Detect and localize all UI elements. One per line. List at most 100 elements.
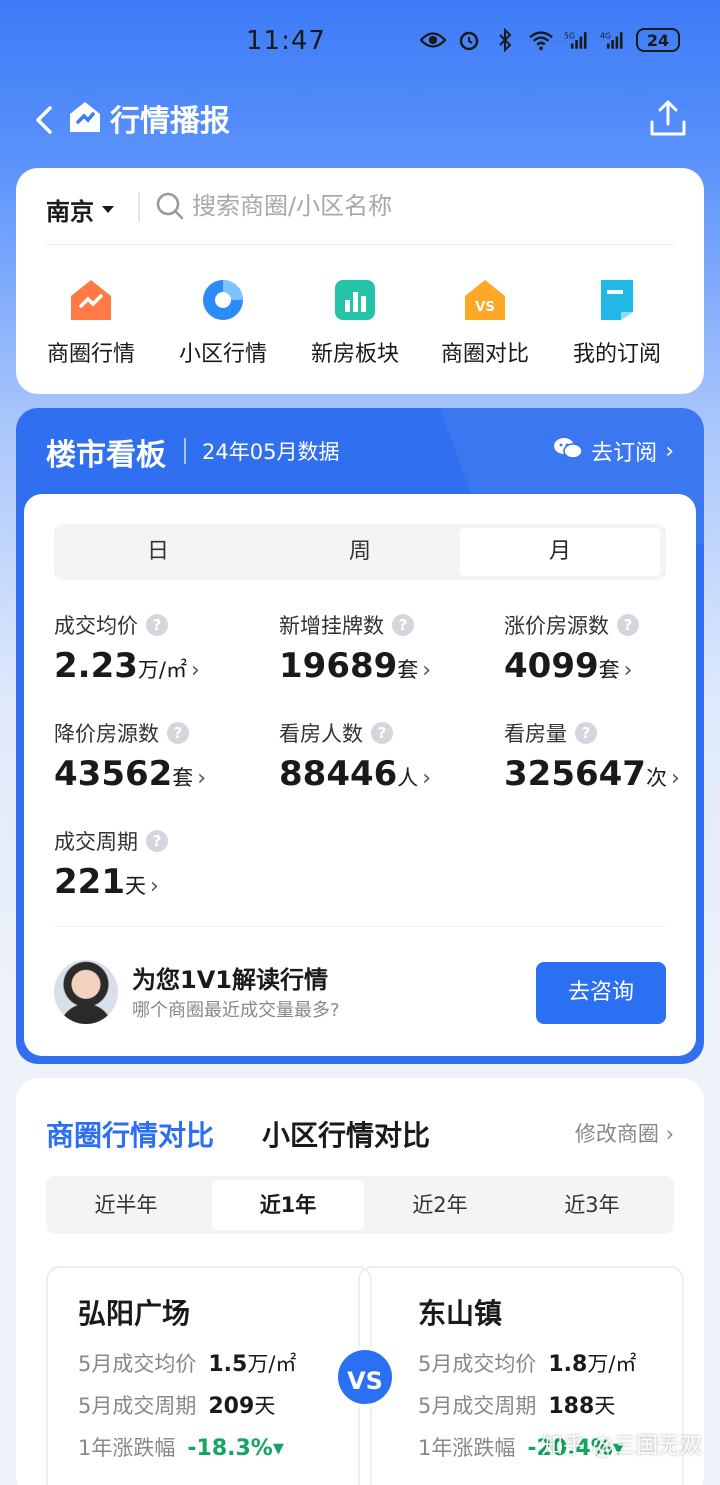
- battery-icon: 24: [636, 28, 680, 52]
- metric-unit: 套: [397, 658, 419, 682]
- help-icon[interactable]: ?: [146, 614, 168, 636]
- help-icon[interactable]: ?: [146, 830, 168, 852]
- period-day[interactable]: 日: [58, 528, 258, 576]
- range-2-year[interactable]: 近2年: [364, 1180, 516, 1230]
- divider: [46, 244, 674, 245]
- range-selector: 近半年 近1年 近2年 近3年: [46, 1176, 674, 1234]
- tab-community-compare[interactable]: 小区行情对比: [262, 1114, 430, 1154]
- help-icon[interactable]: ?: [575, 722, 597, 744]
- row-value: 188: [548, 1394, 595, 1419]
- wechat-icon: [553, 436, 583, 466]
- price-row: 5月成交均价 1.8万/㎡: [418, 1348, 636, 1378]
- svg-text:VS: VS: [475, 300, 494, 315]
- area-name: 东山镇: [418, 1297, 503, 1330]
- compare-card-left[interactable]: 弘阳广场 5月成交均价 1.5万/㎡ 5月成交周期 209天 1年涨跌幅 -18.3%…: [46, 1266, 372, 1485]
- cycle-row: 5月成交周期 209天: [78, 1390, 275, 1420]
- row-unit: 万/㎡: [587, 1352, 637, 1376]
- help-icon[interactable]: ?: [392, 614, 414, 636]
- city-name: 南京: [46, 198, 94, 226]
- alarm-icon: [456, 28, 482, 52]
- metric-price-up[interactable]: 涨价房源数? 4099套 ›: [504, 610, 704, 686]
- divider: [138, 192, 140, 222]
- metric-unit: 天: [124, 874, 146, 898]
- quick-action-label: 我的订阅: [572, 342, 661, 367]
- metric-value: 88446: [279, 754, 398, 794]
- page-title: 行情播报: [110, 104, 230, 139]
- quick-action-area-trend[interactable]: 商圈行情: [26, 276, 156, 368]
- metric-value: 19689: [279, 646, 398, 686]
- range-3-year[interactable]: 近3年: [516, 1180, 668, 1230]
- svg-text:4G: 4G: [600, 31, 611, 40]
- consult-title: 为您1V1解读行情: [132, 966, 328, 994]
- app-logo-icon: [66, 98, 104, 136]
- chevron-right-icon: ›: [422, 658, 432, 683]
- search-input[interactable]: [192, 188, 672, 224]
- row-label: 5月成交均价: [78, 1352, 197, 1376]
- metric-unit: 套: [598, 658, 620, 682]
- edit-area-label: 修改商圈: [574, 1122, 659, 1146]
- chevron-right-icon: ›: [197, 766, 207, 791]
- metric-label: 新增挂牌数: [279, 614, 384, 638]
- metric-avg-price[interactable]: 成交均价? 2.23万/㎡ ›: [54, 610, 254, 686]
- metric-unit: 万/㎡: [137, 658, 187, 682]
- market-board: 楼市看板 24年05月数据 去订阅 › 日 周 月 成交均价? 2.23万/㎡ ›…: [16, 408, 704, 1064]
- area-name: 弘阳广场: [78, 1297, 191, 1330]
- share-button[interactable]: [648, 98, 688, 140]
- help-icon[interactable]: ?: [371, 722, 393, 744]
- metric-value: 43562: [54, 754, 173, 794]
- row-label: 1年涨跌幅: [418, 1436, 516, 1460]
- metric-viewings[interactable]: 看房量? 325647次 ›: [504, 718, 704, 794]
- edit-area-link[interactable]: 修改商圈 ›: [575, 1118, 674, 1148]
- area-trend-icon: [67, 276, 115, 324]
- chevron-right-icon: ›: [422, 766, 432, 791]
- chevron-right-icon: ›: [623, 658, 633, 683]
- chevron-right-icon: ›: [665, 1122, 674, 1146]
- chevron-right-icon: ›: [665, 438, 674, 464]
- change-value: -18.3%▾: [187, 1436, 284, 1461]
- wifi-icon: [528, 28, 554, 52]
- metric-new-listings[interactable]: 新增挂牌数? 19689套 ›: [279, 610, 479, 686]
- row-unit: 天: [254, 1394, 276, 1418]
- range-1-year[interactable]: 近1年: [212, 1180, 364, 1230]
- quick-action-community[interactable]: 小区行情: [158, 276, 288, 368]
- metric-deal-cycle[interactable]: 成交周期? 221天 ›: [54, 826, 254, 902]
- status-icons: 5G 4G 24: [420, 28, 680, 52]
- period-selector: 日 周 月: [54, 524, 666, 580]
- quick-action-subscription[interactable]: 我的订阅: [552, 276, 682, 368]
- period-week[interactable]: 周: [260, 528, 460, 576]
- board-content: 日 周 月 成交均价? 2.23万/㎡ › 新增挂牌数? 19689套 › 涨价房源…: [24, 494, 696, 1056]
- metric-price-down[interactable]: 降价房源数? 43562套 ›: [54, 718, 254, 794]
- metric-label: 看房人数: [279, 722, 363, 746]
- subscription-icon: [593, 276, 641, 324]
- community-pie-icon: [199, 276, 247, 324]
- metric-viewers[interactable]: 看房人数? 88446人 ›: [279, 718, 479, 794]
- metric-unit: 人: [397, 766, 419, 790]
- subscribe-link[interactable]: 去订阅 ›: [553, 435, 674, 467]
- metric-unit: 次: [645, 766, 667, 790]
- tab-area-compare[interactable]: 商圈行情对比: [46, 1114, 214, 1154]
- dropdown-triangle-icon: [102, 206, 114, 213]
- vs-compare-icon: VS: [461, 276, 509, 324]
- metric-label: 降价房源数: [54, 722, 159, 746]
- board-title: 楼市看板: [46, 438, 166, 473]
- help-icon[interactable]: ?: [617, 614, 639, 636]
- quick-action-label: 小区行情: [178, 342, 267, 367]
- quick-action-compare[interactable]: VS 商圈对比: [420, 276, 550, 368]
- signal-5g-icon: 5G: [564, 28, 590, 52]
- watermark: 知乎 @三国无双: [541, 1434, 702, 1459]
- period-month[interactable]: 月: [460, 528, 660, 576]
- quick-action-label: 商圈对比: [440, 342, 529, 367]
- metric-unit: 套: [172, 766, 194, 790]
- row-unit: 万/㎡: [247, 1352, 297, 1376]
- consult-subtitle: 哪个商圈最近成交量最多?: [132, 1000, 340, 1021]
- quick-action-new-house[interactable]: 新房板块: [290, 276, 420, 368]
- row-label: 5月成交均价: [418, 1352, 537, 1376]
- divider: [54, 926, 666, 927]
- range-half-year[interactable]: 近半年: [50, 1180, 202, 1230]
- back-button[interactable]: [30, 100, 60, 140]
- bluetooth-icon: [492, 28, 518, 52]
- chevron-right-icon: ›: [670, 766, 680, 791]
- city-selector[interactable]: 南京: [46, 192, 114, 227]
- consult-button[interactable]: 去咨询: [536, 962, 666, 1024]
- help-icon[interactable]: ?: [167, 722, 189, 744]
